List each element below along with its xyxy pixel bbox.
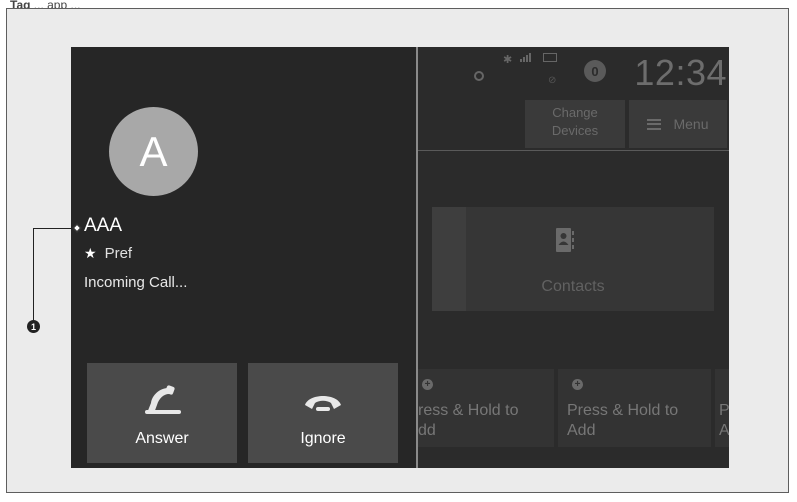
add-icon: +: [572, 379, 583, 390]
change-devices-button[interactable]: Change Devices: [525, 100, 625, 148]
caller-avatar: A: [109, 107, 198, 196]
change-devices-label-2: Devices: [551, 123, 599, 138]
callout-leader-vertical: [33, 228, 34, 322]
star-icon: ★: [84, 245, 97, 261]
contacts-book-icon: [556, 228, 574, 252]
ignore-button[interactable]: Ignore: [248, 363, 398, 463]
head-unit-screen: ✱ ⊘ 0 12:34 Change Devices Menu Contacts…: [71, 47, 729, 468]
favorite-label-line1: P: [719, 402, 729, 419]
location-icon: [474, 71, 484, 81]
callout-number: 1: [27, 320, 40, 333]
phone-home-panel: ✱ ⊘ 0 12:34 Change Devices Menu Contacts…: [416, 47, 729, 468]
signal-icon: [520, 53, 531, 62]
favorite-label-line2: A: [719, 422, 729, 439]
answer-label: Answer: [135, 430, 189, 447]
ignore-label: Ignore: [300, 430, 346, 447]
notification-badge[interactable]: 0: [584, 60, 606, 82]
clock: 12:34: [634, 52, 727, 93]
contacts-label: Contacts: [541, 278, 605, 295]
battery-icon: [543, 53, 557, 62]
favorite-slot-1[interactable]: + ress & Hold to dd: [418, 369, 554, 447]
change-devices-label-1: Change: [552, 105, 598, 120]
favorite-label-line2: dd: [418, 422, 436, 439]
hamburger-icon: [647, 118, 662, 130]
muted-icon: ⊘: [548, 75, 557, 86]
favorite-slot-2[interactable]: + Press & Hold to Add: [558, 369, 711, 447]
callout-leader-horizontal: [33, 228, 75, 229]
phone-answer-icon: [145, 385, 181, 414]
menu-button[interactable]: Menu: [629, 100, 727, 148]
favorite-label-line1: Press & Hold to: [567, 402, 679, 419]
answer-button[interactable]: Answer: [87, 363, 237, 463]
call-status: Incoming Call...: [84, 274, 188, 291]
phone-hangup-icon: [305, 396, 341, 411]
preference-label: Pref: [104, 245, 133, 262]
incoming-call-panel: A AAA ★ Pref Incoming Call... Answer Ign…: [71, 47, 416, 468]
add-icon: +: [422, 379, 433, 390]
caller-name: AAA: [84, 215, 123, 236]
menu-label: Menu: [673, 116, 709, 132]
contacts-button[interactable]: Contacts: [432, 207, 714, 311]
favorite-label-line2: Add: [567, 422, 596, 439]
favorite-slot-3[interactable]: P A: [715, 369, 729, 447]
favorite-label-line1: ress & Hold to: [418, 402, 519, 419]
bluetooth-icon: ✱: [503, 54, 513, 66]
header-divider: [418, 150, 729, 151]
preference-row: ★ Pref: [84, 245, 132, 262]
